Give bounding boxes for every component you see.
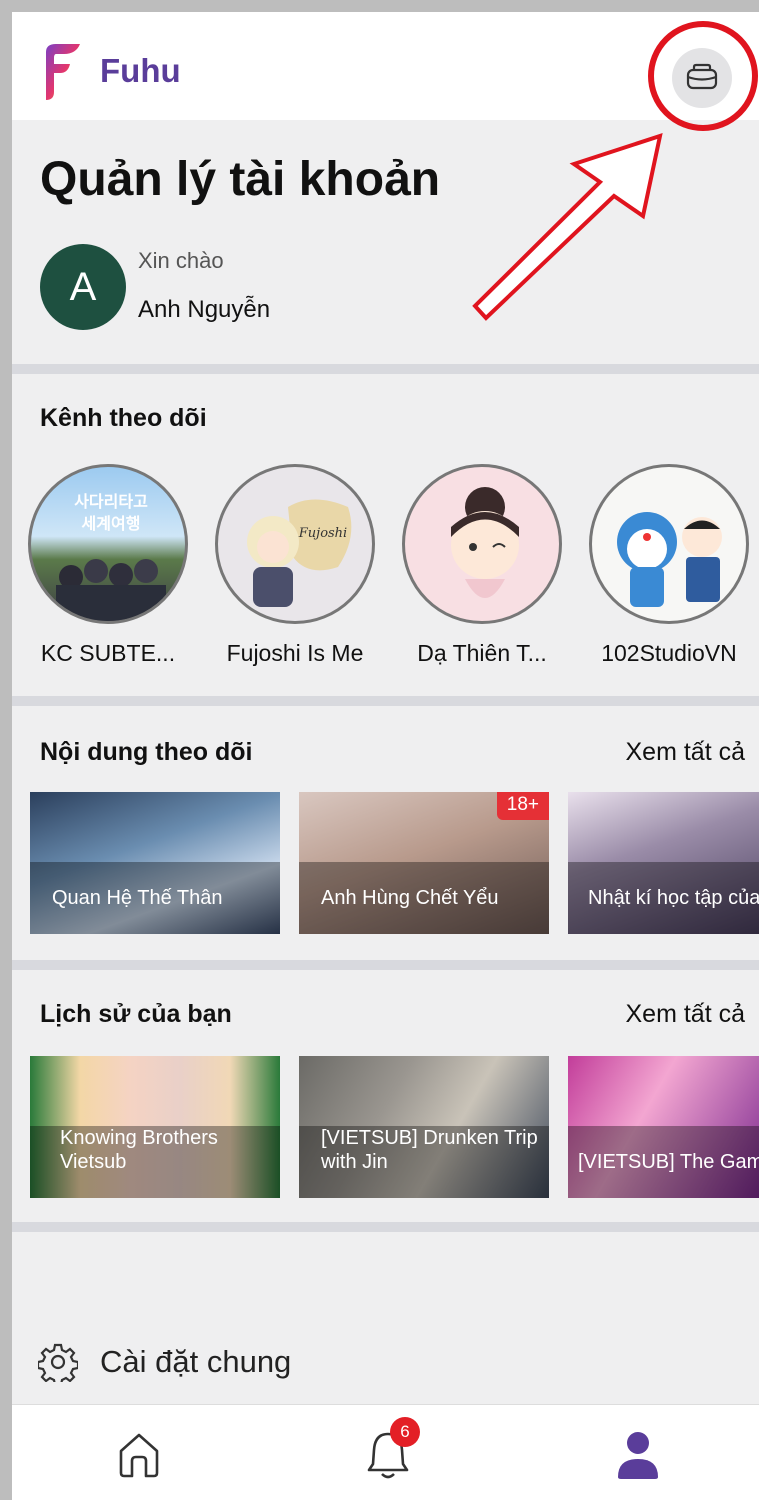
user-name: Anh Nguyễn	[138, 296, 271, 323]
general-settings-label: Cài đặt chung	[100, 1344, 292, 1379]
divider	[12, 1222, 759, 1232]
channel-item[interactable]: Dạ Thiên T...	[402, 464, 562, 666]
channel-thumbnail	[451, 487, 519, 598]
general-settings-row[interactable]: Cài đặt chung	[38, 1342, 291, 1382]
following-title: Nội dung theo dõi	[40, 738, 253, 766]
notification-count-badge: 6	[390, 1417, 420, 1447]
channel-avatar	[589, 464, 749, 624]
channels-title: Kênh theo dõi	[40, 404, 207, 432]
nav-home[interactable]	[109, 1425, 169, 1485]
channel-thumbnail: 사다리타고 세계여행	[56, 492, 166, 621]
channel-label: Dạ Thiên T...	[417, 640, 547, 666]
avatar[interactable]: A	[40, 244, 126, 330]
greeting-text: Xin chào	[138, 248, 224, 273]
channel-item[interactable]: 사다리타고 세계여행 KC SUBTE...	[28, 464, 188, 666]
wallet-icon	[686, 63, 718, 90]
channel-avatar: 사다리타고 세계여행	[28, 464, 188, 624]
svg-text:사다리타고: 사다리타고	[74, 492, 148, 511]
divider	[12, 960, 759, 970]
card-caption: Knowing Brothers Vietsub	[60, 1127, 218, 1173]
bottom-navigation: 6	[12, 1404, 759, 1500]
card-caption: [VIETSUB] The Game Caterers 2	[578, 1151, 759, 1173]
avatar-letter: A	[69, 264, 97, 309]
channel-avatar	[402, 464, 562, 624]
user-icon	[618, 1432, 658, 1479]
history-section: Lịch sử của bạn Xem tất cả Knowing Broth…	[12, 970, 759, 1222]
nav-notifications[interactable]: 6	[358, 1417, 420, 1485]
card-caption: Anh Hùng Chết Yểu	[321, 887, 499, 909]
top-bar: Fuhu	[12, 12, 759, 120]
following-section: Nội dung theo dõi Xem tất cả Quan Hệ Thế…	[12, 706, 759, 960]
history-card[interactable]: [VIETSUB] Drunken Trip with Jin	[299, 1056, 549, 1198]
channel-item[interactable]: Fujoshi Fujoshi Is Me	[215, 464, 375, 666]
nav-account[interactable]	[608, 1425, 668, 1485]
divider	[12, 364, 759, 374]
content-card[interactable]: Nhật kí học tập của Hắc Liên hoa	[568, 792, 759, 934]
channel-item[interactable]: 102StudioVN	[589, 464, 749, 666]
history-title: Lịch sử của bạn	[40, 1000, 232, 1028]
svg-text:Fujoshi: Fujoshi	[298, 526, 347, 541]
account-header: Quản lý tài khoản A Xin chào Anh Nguyễn	[12, 120, 759, 364]
channel-avatar: Fujoshi	[215, 464, 375, 624]
page-title: Quản lý tài khoản	[40, 153, 441, 206]
card-caption: Quan Hệ Thế Thân	[52, 887, 223, 909]
channel-label: 102StudioVN	[601, 640, 737, 666]
channel-thumbnail: Fujoshi	[247, 499, 352, 607]
content-card[interactable]: Quan Hệ Thế Thân	[30, 792, 280, 934]
svg-text:세계여행: 세계여행	[82, 514, 141, 533]
screen: Fuhu Quản lý tài khoản A Xin chào Anh Ng…	[12, 12, 759, 1500]
channel-label: Fujoshi Is Me	[226, 640, 364, 666]
history-card[interactable]: [VIETSUB] The Game Caterers 2	[568, 1056, 759, 1198]
age-badge: 18+	[496, 792, 549, 820]
brand-name: Fuhu	[100, 52, 181, 89]
channel-label: KC SUBTE...	[40, 640, 176, 666]
home-icon	[119, 1433, 159, 1478]
divider	[12, 696, 759, 706]
history-card[interactable]: Knowing Brothers Vietsub	[30, 1056, 280, 1198]
history-see-all-link[interactable]: Xem tất cả	[626, 1000, 746, 1029]
fuhu-logo-icon	[46, 44, 80, 100]
wallet-button[interactable]	[672, 48, 732, 108]
card-caption: [VIETSUB] Drunken Trip with Jin	[321, 1127, 538, 1173]
channel-thumbnail	[617, 512, 722, 607]
following-see-all-link[interactable]: Xem tất cả	[626, 738, 746, 767]
gear-icon	[38, 1343, 78, 1382]
content-card[interactable]: 18+ Anh Hùng Chết Yểu	[299, 792, 549, 934]
card-caption: Nhật kí học tập của Hắc Liên hoa	[588, 887, 759, 909]
channels-section: Kênh theo dõi 사다리타고 세계여행 KC SUBTE... Fuj…	[12, 374, 759, 696]
